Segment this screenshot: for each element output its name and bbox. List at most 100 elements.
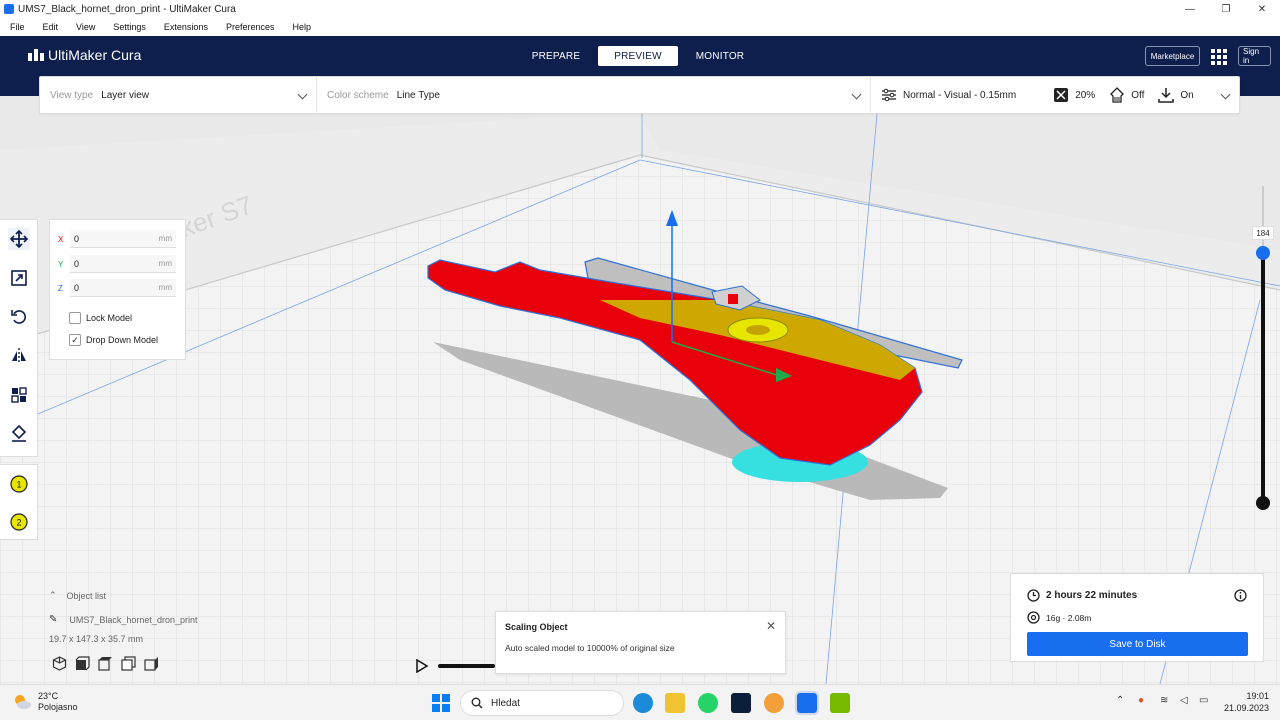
z-coord-input[interactable]: 0 mm bbox=[70, 279, 176, 297]
x-axis-label: X bbox=[58, 234, 64, 244]
y-coord-row: Y 0 mm bbox=[58, 255, 176, 273]
menu-settings[interactable]: Settings bbox=[113, 22, 146, 32]
nvidia-icon[interactable] bbox=[830, 693, 850, 713]
left-view-icon[interactable] bbox=[121, 656, 136, 671]
move-tool-button[interactable] bbox=[8, 228, 30, 250]
ultimaker-logo-icon bbox=[28, 49, 44, 61]
layer-number[interactable]: 184 bbox=[1252, 226, 1274, 240]
brand-name: UltiMaker Cura bbox=[48, 47, 142, 63]
3d-view-icon[interactable] bbox=[52, 656, 67, 671]
tray-overflow-chevron-icon[interactable]: ⌃ bbox=[1116, 695, 1124, 706]
maximize-button[interactable]: ❐ bbox=[1208, 0, 1244, 18]
play-simulation-button[interactable] bbox=[415, 658, 429, 674]
menu-preferences[interactable]: Preferences bbox=[226, 22, 275, 32]
color-scheme-dropdown[interactable]: Color scheme Line Type bbox=[317, 77, 871, 113]
play-icon bbox=[416, 658, 429, 674]
view-type-dropdown[interactable]: View type Layer view bbox=[40, 77, 317, 113]
print-settings-bar: View type Layer view Color scheme Line T… bbox=[39, 76, 1240, 114]
close-button[interactable]: ✕ bbox=[1244, 0, 1280, 18]
per-model-settings-icon bbox=[11, 387, 27, 403]
windows-taskbar: 23°C Polojasno Hledat ⌃ ● ≋ ◁ ▭ 19:01 21… bbox=[0, 684, 1280, 720]
tab-monitor[interactable]: MONITOR bbox=[680, 46, 760, 66]
layer-slider-top-handle[interactable] bbox=[1256, 246, 1270, 260]
simulation-progress-slider[interactable] bbox=[438, 664, 495, 668]
microphone-icon[interactable]: ● bbox=[1138, 695, 1144, 706]
z-coord-row: Z 0 mm bbox=[58, 279, 176, 297]
y-coord-input[interactable]: 0 mm bbox=[70, 255, 176, 273]
menu-view[interactable]: View bbox=[76, 22, 95, 32]
rotor-hub-center bbox=[746, 325, 770, 335]
view-type-value: Layer view bbox=[101, 89, 149, 101]
front-view-icon[interactable] bbox=[75, 656, 90, 671]
y-arrow-handle[interactable] bbox=[728, 294, 738, 304]
extruder-2-label: 2 bbox=[16, 518, 21, 528]
menu-file[interactable]: File bbox=[10, 22, 25, 32]
system-clock[interactable]: 19:01 21.09.2023 bbox=[1224, 690, 1269, 714]
search-icon bbox=[471, 697, 483, 709]
color-scheme-label: Color scheme bbox=[327, 89, 389, 101]
color-scheme-value: Line Type bbox=[396, 89, 440, 101]
clock-icon bbox=[1027, 589, 1040, 602]
photoshop-icon[interactable] bbox=[731, 693, 751, 713]
z-axis-label: Z bbox=[58, 283, 63, 293]
blender-icon[interactable] bbox=[764, 693, 784, 713]
drop-down-model-checkbox[interactable]: ✓ Drop Down Model bbox=[69, 334, 158, 346]
x-coord-input[interactable]: 0 mm bbox=[70, 230, 176, 248]
right-view-icon[interactable] bbox=[144, 656, 159, 671]
extruder-2-button[interactable]: 2 bbox=[8, 511, 30, 533]
save-to-disk-button[interactable]: Save to Disk bbox=[1027, 632, 1248, 656]
marketplace-button[interactable]: Marketplace bbox=[1145, 46, 1200, 66]
tab-preview[interactable]: PREVIEW bbox=[598, 46, 678, 66]
minimize-button[interactable]: — bbox=[1172, 0, 1208, 18]
temperature: 23°C bbox=[38, 691, 59, 701]
checkmark-icon: ✓ bbox=[69, 334, 81, 346]
notification-body: Auto scaled model to 10000% of original … bbox=[505, 643, 675, 653]
rotate-tool-button[interactable] bbox=[8, 306, 30, 328]
support-icon bbox=[1110, 87, 1125, 103]
file-explorer-icon[interactable] bbox=[665, 693, 685, 713]
partly-cloudy-icon bbox=[15, 695, 31, 709]
weather-condition: Polojasno bbox=[38, 702, 78, 712]
support-blocker-button[interactable] bbox=[8, 423, 30, 445]
chevron-down-icon bbox=[851, 89, 862, 100]
mirror-icon bbox=[12, 348, 26, 364]
camera-view-buttons bbox=[52, 656, 159, 671]
adhesion-item: On bbox=[1158, 87, 1194, 103]
menu-edit[interactable]: Edit bbox=[43, 22, 59, 32]
object-name-row[interactable]: ✎ UMS7_Black_hornet_dron_print bbox=[49, 614, 249, 625]
wifi-icon[interactable]: ≋ bbox=[1160, 695, 1168, 706]
per-model-settings-button[interactable] bbox=[8, 384, 30, 406]
menu-help[interactable]: Help bbox=[292, 22, 311, 32]
menu-extensions[interactable]: Extensions bbox=[164, 22, 208, 32]
whatsapp-icon[interactable] bbox=[698, 693, 718, 713]
window-title: UMS7_Black_hornet_dron_print - UltiMaker… bbox=[18, 3, 236, 15]
mirror-tool-button[interactable] bbox=[8, 345, 30, 367]
object-list: ⌃ Object list ✎ UMS7_Black_hornet_dron_p… bbox=[49, 590, 249, 644]
layer-slider-bottom-handle[interactable] bbox=[1256, 496, 1270, 510]
material-usage-value: 16g · 2.08m bbox=[1046, 612, 1092, 623]
checkbox-unchecked bbox=[69, 312, 81, 324]
tab-prepare[interactable]: PREPARE bbox=[516, 46, 596, 66]
adhesion-value: On bbox=[1180, 89, 1194, 101]
print-profile-selector[interactable]: Normal - Visual - 0.15mm 20% Off On bbox=[871, 77, 1239, 113]
start-button[interactable] bbox=[432, 694, 450, 712]
rotate-icon bbox=[11, 310, 26, 324]
extruder-1-button[interactable]: 1 bbox=[8, 473, 30, 495]
scale-tool-button[interactable] bbox=[8, 267, 30, 289]
apps-grid-icon[interactable] bbox=[1211, 49, 1227, 65]
cura-taskbar-icon[interactable] bbox=[795, 691, 819, 715]
lock-model-checkbox[interactable]: Lock Model bbox=[69, 312, 132, 324]
info-icon[interactable] bbox=[1234, 589, 1247, 602]
layer-slider[interactable] bbox=[1261, 246, 1265, 506]
tool-panel bbox=[0, 219, 38, 457]
object-list-toggle[interactable]: ⌃ Object list bbox=[49, 590, 249, 601]
close-notification-icon[interactable]: ✕ bbox=[766, 619, 776, 633]
weather-widget[interactable]: 23°C Polojasno bbox=[12, 691, 78, 713]
sign-in-button[interactable]: Sign in bbox=[1238, 46, 1271, 66]
infill-icon bbox=[1054, 88, 1069, 102]
taskbar-search[interactable]: Hledat bbox=[460, 690, 624, 716]
top-view-icon[interactable] bbox=[98, 656, 113, 671]
battery-icon[interactable]: ▭ bbox=[1199, 695, 1208, 706]
volume-icon[interactable]: ◁ bbox=[1180, 695, 1188, 706]
edge-icon[interactable] bbox=[633, 693, 653, 713]
